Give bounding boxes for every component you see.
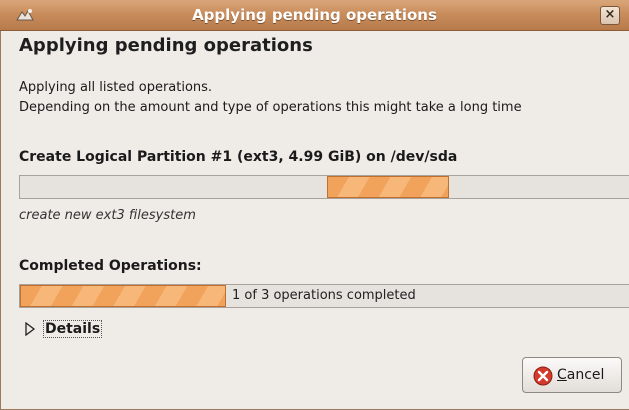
details-label[interactable]: Details xyxy=(43,320,103,338)
cancel-icon xyxy=(533,366,553,386)
completed-progress-bar: 1 of 3 operations completed xyxy=(19,284,629,308)
completed-operations-title: Completed Operations: xyxy=(19,258,202,274)
description-line-2: Depending on the amount and type of oper… xyxy=(19,100,522,115)
dialog-heading: Applying pending operations xyxy=(19,35,313,56)
cancel-label: Cancel xyxy=(557,367,605,383)
expander-arrow-icon xyxy=(25,322,36,336)
current-operation-subtext: create new ext3 filesystem xyxy=(19,208,196,223)
completed-progress-fill xyxy=(20,285,226,307)
cancel-button[interactable]: Cancel xyxy=(522,357,622,393)
close-icon: × xyxy=(604,7,616,22)
operation-progress-pulse xyxy=(327,176,449,198)
title-bar[interactable]: Applying pending operations × xyxy=(0,0,629,31)
close-button[interactable]: × xyxy=(600,6,620,25)
description-line-1: Applying all listed operations. xyxy=(19,80,213,95)
completed-progress-text: 1 of 3 operations completed xyxy=(232,288,416,303)
operation-progress-bar xyxy=(19,175,629,199)
current-operation-title: Create Logical Partition #1 (ext3, 4.99 … xyxy=(19,149,458,165)
window-title: Applying pending operations xyxy=(192,6,437,24)
